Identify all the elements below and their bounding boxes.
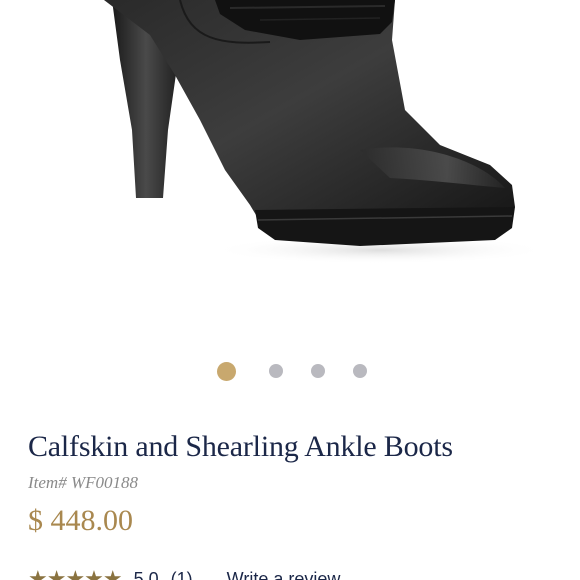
pagination-dot-1[interactable] <box>217 362 236 381</box>
product-page: Calfskin and Shearling Ankle Boots Item#… <box>0 0 580 580</box>
product-image[interactable] <box>0 0 580 340</box>
boot-illustration <box>104 0 550 264</box>
review-count[interactable]: (1) <box>171 569 193 580</box>
product-price: $ 448.00 <box>28 504 133 537</box>
pagination-dot-4[interactable] <box>353 364 367 378</box>
image-pagination <box>0 360 580 382</box>
product-title: Calfskin and Shearling Ankle Boots <box>28 430 453 463</box>
item-number: Item# WF00188 <box>28 473 139 492</box>
rating-row: ★★★★★ 5.0 (1) Write a review <box>28 566 340 580</box>
rating-score: 5.0 <box>133 568 159 580</box>
pagination-dot-3[interactable] <box>311 364 325 378</box>
write-review-link[interactable]: Write a review <box>227 569 341 580</box>
rating-stars-icon[interactable]: ★★★★★ <box>28 566 123 580</box>
pagination-dot-2[interactable] <box>269 364 283 378</box>
